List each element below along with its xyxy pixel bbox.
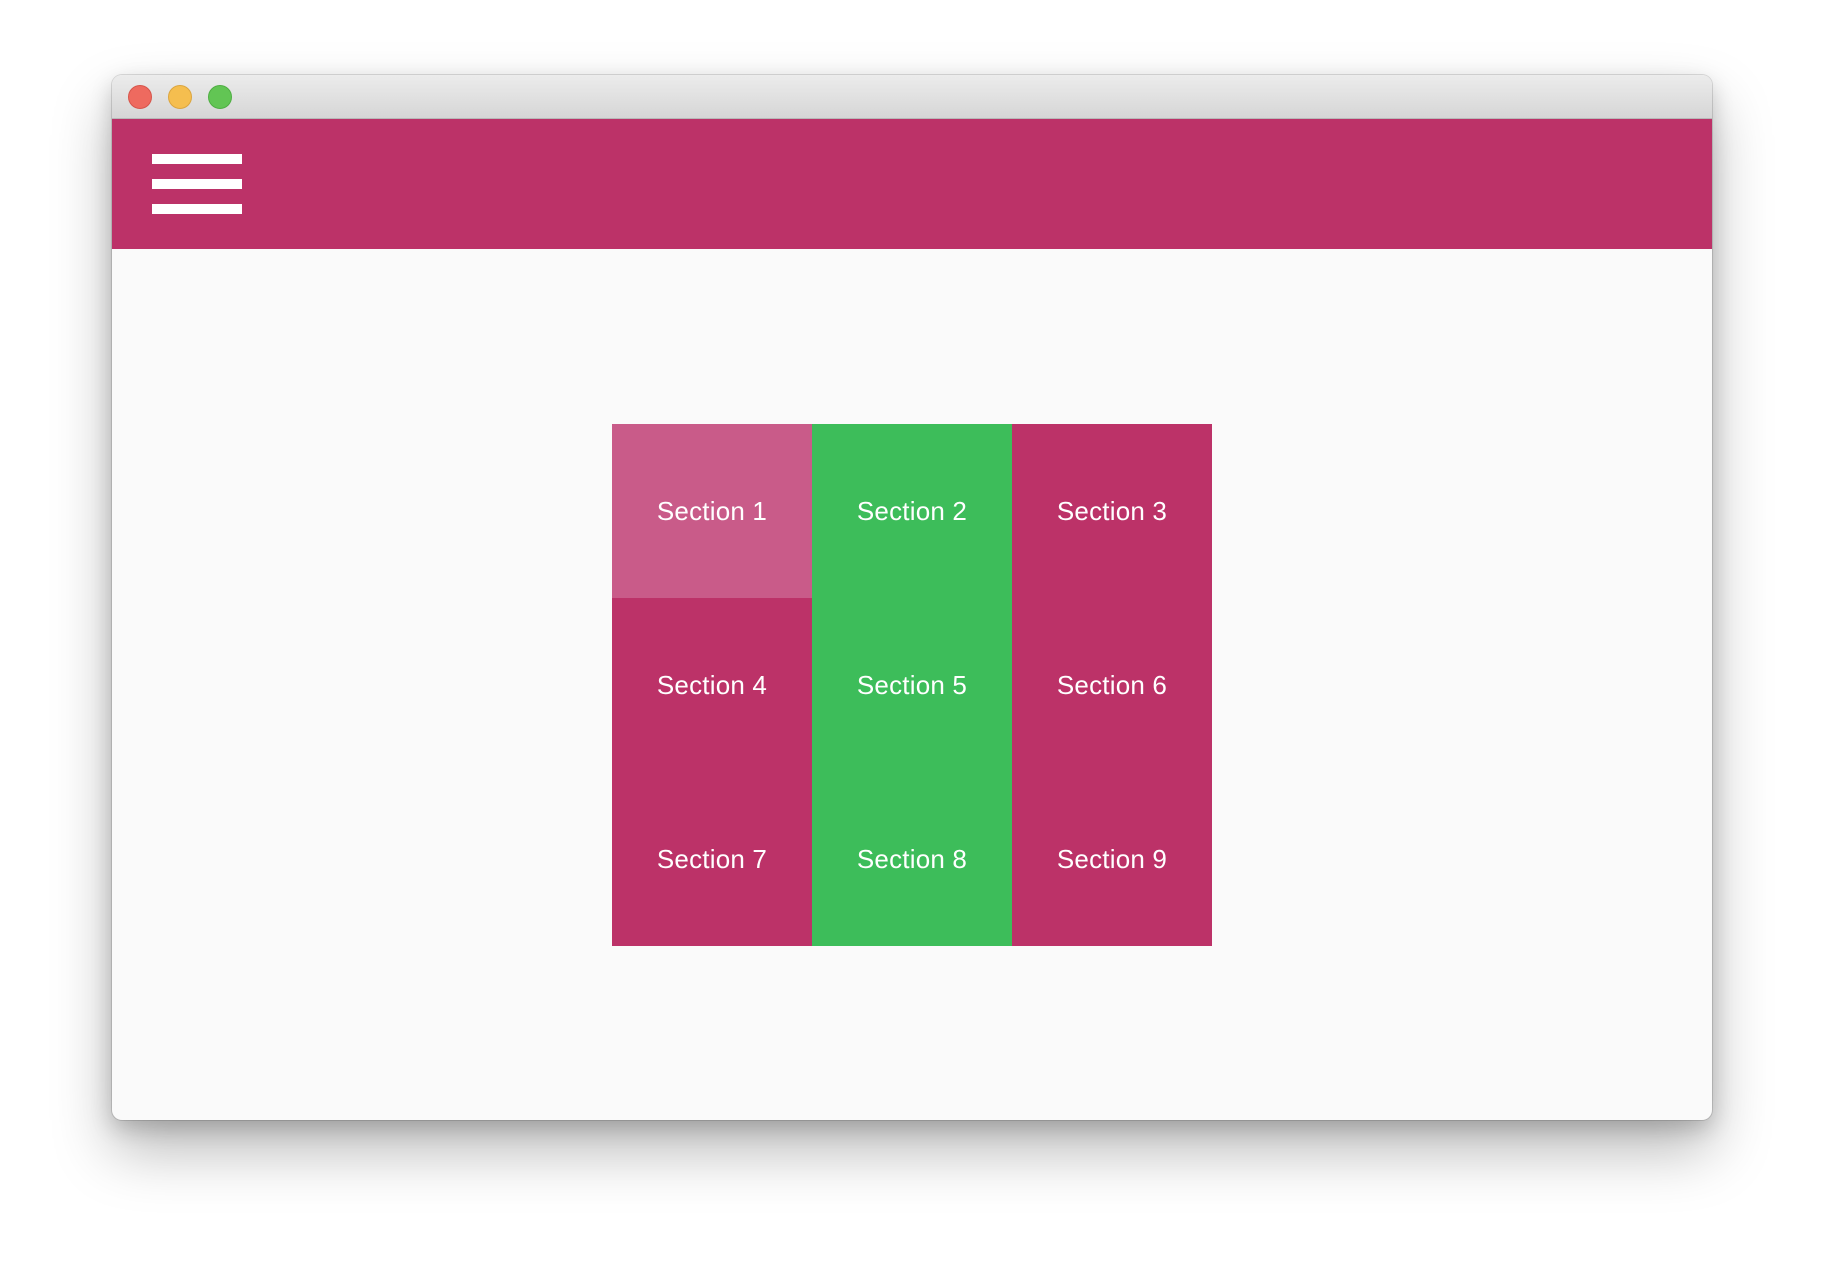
minimize-window-button[interactable] bbox=[168, 85, 192, 109]
menu-bar-line bbox=[152, 154, 242, 164]
hamburger-menu-icon[interactable] bbox=[152, 154, 242, 214]
section-tile-3[interactable]: Section 3 bbox=[1012, 424, 1212, 598]
maximize-window-button[interactable] bbox=[208, 85, 232, 109]
menu-bar-line bbox=[152, 179, 242, 189]
section-grid: Section 1 Section 2 Section 3 Section 4 … bbox=[612, 424, 1212, 946]
section-tile-7[interactable]: Section 7 bbox=[612, 772, 812, 946]
section-tile-8[interactable]: Section 8 bbox=[812, 772, 1012, 946]
section-tile-6[interactable]: Section 6 bbox=[1012, 598, 1212, 772]
section-tile-4[interactable]: Section 4 bbox=[612, 598, 812, 772]
section-tile-5[interactable]: Section 5 bbox=[812, 598, 1012, 772]
menu-bar-line bbox=[152, 204, 242, 214]
section-tile-1[interactable]: Section 1 bbox=[612, 424, 812, 598]
app-window: Section 1 Section 2 Section 3 Section 4 … bbox=[112, 75, 1712, 1120]
section-tile-2[interactable]: Section 2 bbox=[812, 424, 1012, 598]
close-window-button[interactable] bbox=[128, 85, 152, 109]
window-titlebar bbox=[112, 75, 1712, 119]
section-tile-9[interactable]: Section 9 bbox=[1012, 772, 1212, 946]
app-header bbox=[112, 119, 1712, 249]
